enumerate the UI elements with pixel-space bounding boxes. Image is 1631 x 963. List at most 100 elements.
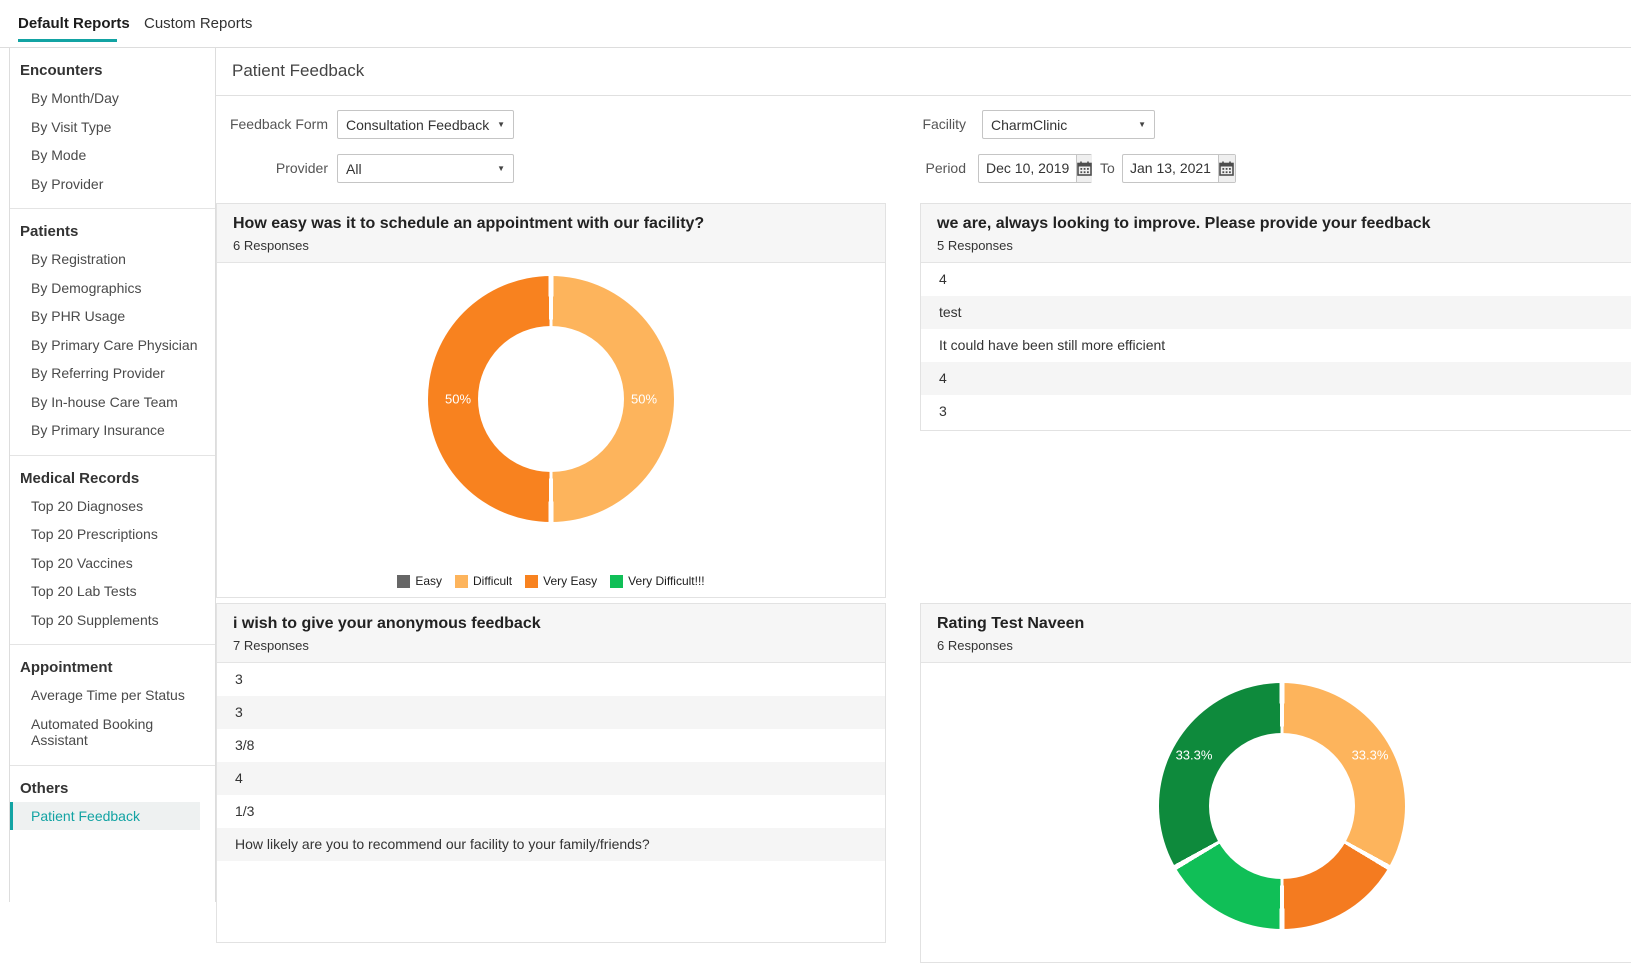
period-label: Period bbox=[816, 154, 966, 183]
response-row: 3 bbox=[921, 395, 1631, 428]
sidebar-item-top-20-supplements[interactable]: Top 20 Supplements bbox=[10, 606, 215, 635]
response-list: 3 3 3/8 4 1/3 How likely are you to reco… bbox=[217, 663, 885, 861]
chevron-down-icon: ▼ bbox=[497, 164, 505, 173]
period-from-input[interactable]: Dec 10, 2019 bbox=[978, 154, 1092, 183]
response-row: test bbox=[921, 296, 1631, 329]
card-title: How easy was it to schedule an appointme… bbox=[233, 215, 869, 233]
sidebar-item-patient-feedback[interactable]: Patient Feedback bbox=[10, 802, 200, 831]
calendar-icon[interactable] bbox=[1218, 155, 1235, 182]
facility-label: Facility bbox=[816, 110, 966, 139]
card-rating-test-naveen: Rating Test Naveen 6 Responses 33.3% 33.… bbox=[920, 603, 1631, 963]
sidebar-section-title: Others bbox=[10, 771, 215, 802]
legend-swatch bbox=[455, 575, 468, 588]
donut-chart-schedule: 50% 50% bbox=[428, 276, 674, 522]
sidebar-item-by-registration[interactable]: By Registration bbox=[10, 245, 215, 274]
donut-chart-rating: 33.3% 33.3% bbox=[1159, 683, 1405, 929]
sidebar-item-by-referring-provider[interactable]: By Referring Provider bbox=[10, 359, 215, 388]
calendar-icon[interactable] bbox=[1076, 155, 1092, 182]
sidebar-section-title: Appointment bbox=[10, 650, 215, 681]
card-header: we are, always looking to improve. Pleas… bbox=[921, 204, 1631, 263]
card-schedule-appointment: How easy was it to schedule an appointme… bbox=[216, 203, 886, 598]
response-row: 4 bbox=[921, 362, 1631, 395]
sidebar-section-title: Patients bbox=[10, 214, 215, 245]
provider-value: All bbox=[346, 161, 362, 177]
chevron-down-icon: ▼ bbox=[1138, 120, 1146, 129]
legend-swatch bbox=[525, 575, 538, 588]
sidebar-item-by-month-day[interactable]: By Month/Day bbox=[10, 84, 215, 113]
card-header: How easy was it to schedule an appointme… bbox=[217, 204, 885, 263]
response-row: How likely are you to recommend our faci… bbox=[217, 828, 885, 861]
sidebar-item-top-20-vaccines[interactable]: Top 20 Vaccines bbox=[10, 549, 215, 578]
response-row: 1/3 bbox=[217, 795, 885, 828]
legend-item-very-difficult: Very Difficult!!! bbox=[610, 574, 704, 588]
feedback-form-select[interactable]: Consultation Feedback ▼ bbox=[337, 110, 514, 139]
card-header: i wish to give your anonymous feedback 7… bbox=[217, 604, 885, 663]
sidebar-section-others: Others Patient Feedback bbox=[10, 765, 215, 841]
card-title: Rating Test Naveen bbox=[937, 615, 1627, 633]
legend-swatch bbox=[610, 575, 623, 588]
patient-feedback-report-page: { "tabs": { "default": "Default Reports"… bbox=[0, 0, 1631, 902]
segment-label: 33.3% bbox=[1176, 748, 1213, 763]
response-list: 4 test It could have been still more eff… bbox=[921, 263, 1631, 428]
sidebar-item-by-phr-usage[interactable]: By PHR Usage bbox=[10, 302, 215, 331]
period-from-value: Dec 10, 2019 bbox=[979, 155, 1076, 182]
response-row: 3/8 bbox=[217, 729, 885, 762]
response-row: 4 bbox=[217, 762, 885, 795]
chevron-down-icon: ▼ bbox=[497, 120, 505, 129]
sidebar-item-by-primary-insurance[interactable]: By Primary Insurance bbox=[10, 416, 215, 445]
sidebar-item-top-20-lab-tests[interactable]: Top 20 Lab Tests bbox=[10, 577, 215, 606]
card-title: we are, always looking to improve. Pleas… bbox=[937, 215, 1627, 233]
card-title: i wish to give your anonymous feedback bbox=[233, 615, 869, 633]
feedback-form-value: Consultation Feedback bbox=[346, 117, 489, 133]
sidebar-item-by-mode[interactable]: By Mode bbox=[10, 141, 215, 170]
sidebar-section-title: Medical Records bbox=[10, 461, 215, 492]
legend-item-difficult: Difficult bbox=[455, 574, 512, 588]
chart-legend: Easy Difficult Very Easy Very Difficult!… bbox=[217, 574, 885, 588]
page-title: Patient Feedback bbox=[232, 61, 364, 81]
sidebar-item-average-time-per-status[interactable]: Average Time per Status bbox=[10, 681, 215, 710]
response-row: 3 bbox=[217, 663, 885, 696]
sidebar-section-encounters: Encounters By Month/Day By Visit Type By… bbox=[10, 48, 215, 208]
sidebar-item-by-demographics[interactable]: By Demographics bbox=[10, 274, 215, 303]
segment-label: 50% bbox=[445, 392, 471, 407]
facility-select[interactable]: CharmClinic ▼ bbox=[982, 110, 1155, 139]
sidebar-item-by-primary-care-physician[interactable]: By Primary Care Physician bbox=[10, 331, 215, 360]
segment-label: 33.3% bbox=[1352, 748, 1389, 763]
facility-value: CharmClinic bbox=[991, 117, 1067, 133]
period-to-input[interactable]: Jan 13, 2021 bbox=[1122, 154, 1236, 183]
period-to-label: To bbox=[1100, 154, 1115, 183]
legend-label: Very Easy bbox=[543, 574, 597, 588]
sidebar-item-top-20-prescriptions[interactable]: Top 20 Prescriptions bbox=[10, 520, 215, 549]
card-improve-feedback: we are, always looking to improve. Pleas… bbox=[920, 203, 1631, 431]
provider-label: Provider bbox=[216, 154, 328, 183]
sidebar-item-by-visit-type[interactable]: By Visit Type bbox=[10, 113, 215, 142]
feedback-form-label: Feedback Form bbox=[216, 110, 328, 139]
title-divider bbox=[216, 95, 1631, 96]
card-response-count: 7 Responses bbox=[233, 638, 869, 653]
top-tab-bar: Default Reports Custom Reports bbox=[0, 0, 1631, 48]
sidebar-item-top-20-diagnoses[interactable]: Top 20 Diagnoses bbox=[10, 492, 215, 521]
legend-swatch bbox=[397, 575, 410, 588]
card-anonymous-feedback: i wish to give your anonymous feedback 7… bbox=[216, 603, 886, 943]
tab-custom-reports[interactable]: Custom Reports bbox=[144, 0, 252, 47]
response-row: 4 bbox=[921, 263, 1631, 296]
sidebar-section-medical-records: Medical Records Top 20 Diagnoses Top 20 … bbox=[10, 455, 215, 645]
card-response-count: 5 Responses bbox=[937, 238, 1627, 253]
sidebar-item-by-in-house-care-team[interactable]: By In-house Care Team bbox=[10, 388, 215, 417]
provider-select[interactable]: All ▼ bbox=[337, 154, 514, 183]
card-header: Rating Test Naveen 6 Responses bbox=[921, 604, 1631, 663]
response-row: 3 bbox=[217, 696, 885, 729]
response-row: It could have been still more efficient bbox=[921, 329, 1631, 362]
legend-item-very-easy: Very Easy bbox=[525, 574, 597, 588]
sidebar-section-appointment: Appointment Average Time per Status Auto… bbox=[10, 644, 215, 765]
sidebar-item-by-provider[interactable]: By Provider bbox=[10, 170, 215, 199]
period-to-value: Jan 13, 2021 bbox=[1123, 155, 1218, 182]
sidebar-section-patients: Patients By Registration By Demographics… bbox=[10, 208, 215, 455]
legend-label: Difficult bbox=[473, 574, 512, 588]
main-content: Patient Feedback Feedback Form Consultat… bbox=[216, 48, 1631, 902]
sidebar-section-title: Encounters bbox=[10, 53, 215, 84]
legend-item-easy: Easy bbox=[397, 574, 442, 588]
card-response-count: 6 Responses bbox=[937, 638, 1627, 653]
sidebar-item-automated-booking-assistant[interactable]: Automated Booking Assistant bbox=[10, 710, 215, 755]
reports-sidebar: Encounters By Month/Day By Visit Type By… bbox=[9, 48, 216, 902]
